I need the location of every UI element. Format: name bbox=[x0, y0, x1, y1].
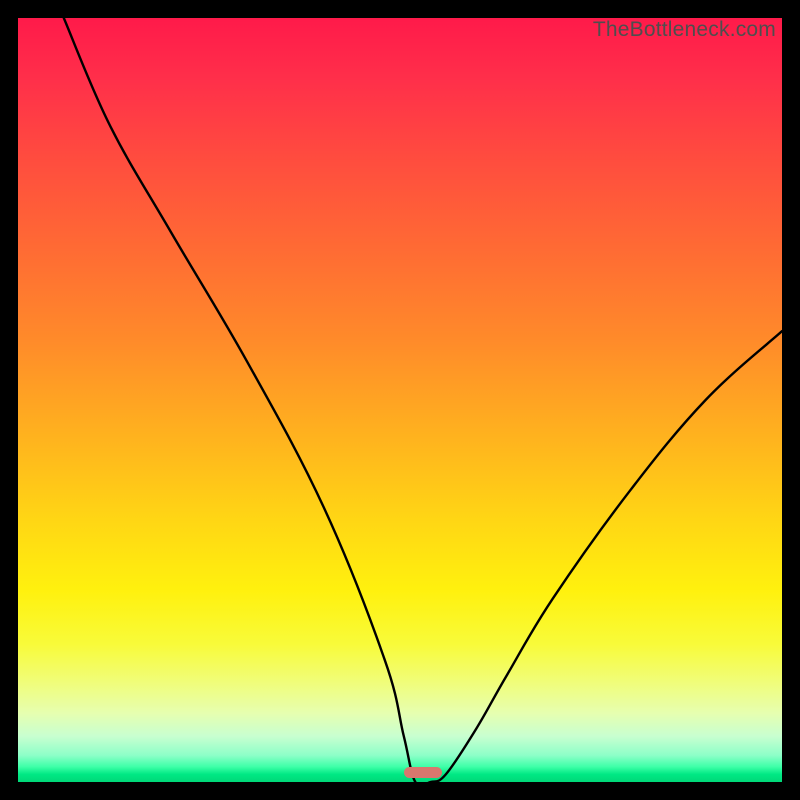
optimum-marker bbox=[404, 767, 442, 778]
bottleneck-curve bbox=[18, 18, 782, 782]
chart-frame: TheBottleneck.com bbox=[0, 0, 800, 800]
chart-plot-area: TheBottleneck.com bbox=[18, 18, 782, 782]
